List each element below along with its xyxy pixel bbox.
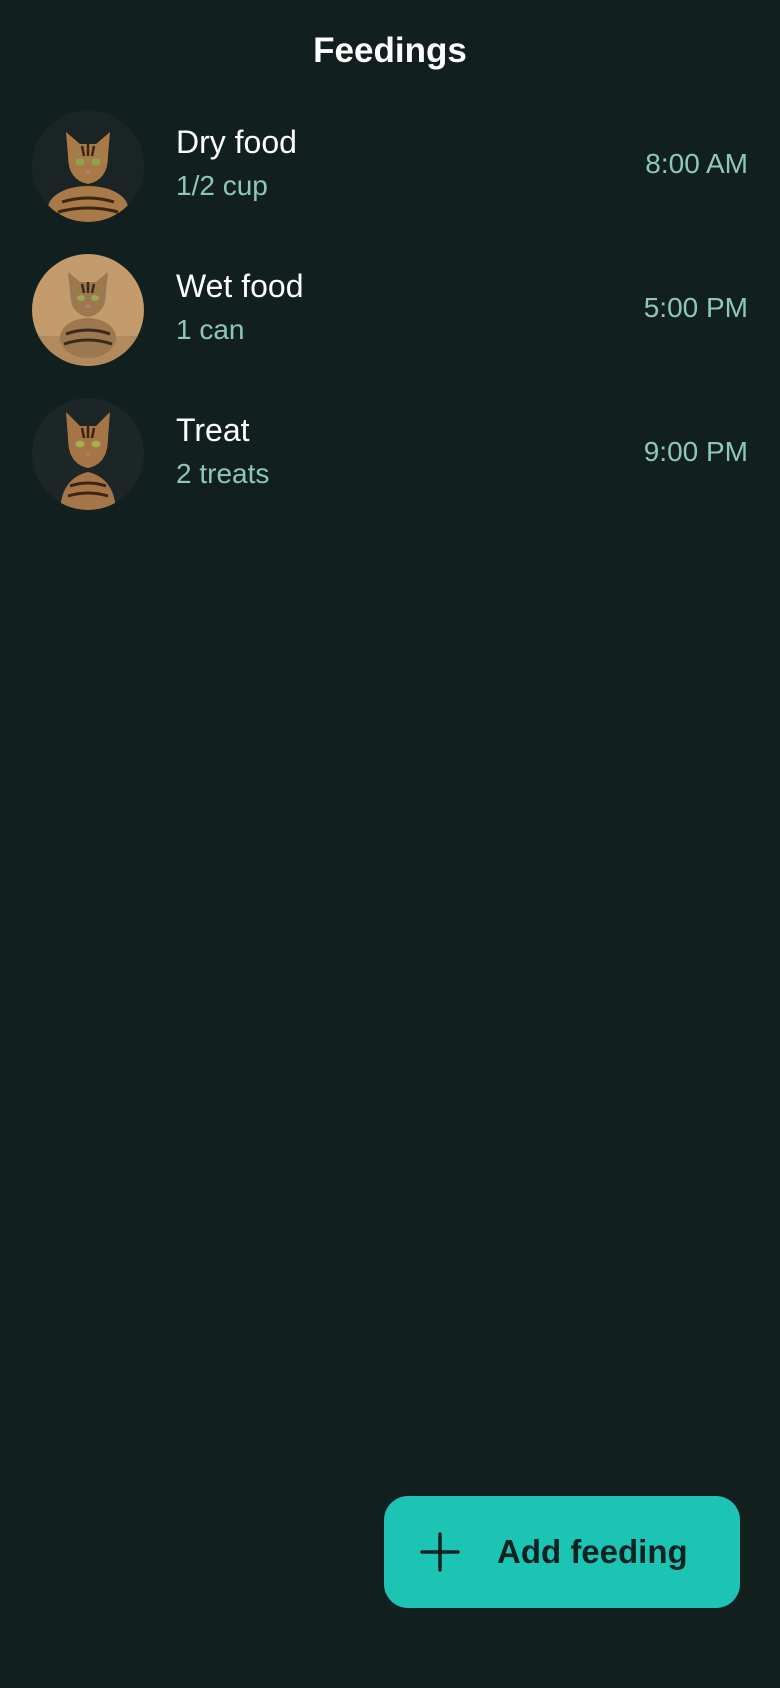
add-feeding-label: Add feeding xyxy=(497,1533,688,1570)
feeding-list: Dry food 1/2 cup 8:00 AM Wet food 1 can … xyxy=(0,108,780,540)
cat-photo-icon xyxy=(32,110,144,222)
feeding-item-treat[interactable]: Treat 2 treats 9:00 PM xyxy=(0,396,780,540)
cat-avatar-image xyxy=(32,398,144,510)
page-title: Feedings xyxy=(313,31,467,70)
cat-photo-icon xyxy=(32,398,144,510)
feeding-time: 9:00 PM xyxy=(643,436,748,467)
feeding-amount: 1/2 cup xyxy=(176,170,268,201)
add-feeding-button[interactable]: Add feeding xyxy=(384,1496,740,1608)
feeding-time: 5:00 PM xyxy=(643,292,748,323)
feeding-time: 8:00 AM xyxy=(645,148,748,179)
feeding-item-wet-food[interactable]: Wet food 1 can 5:00 PM xyxy=(0,252,780,396)
feeding-amount: 2 treats xyxy=(176,458,270,489)
feeding-title: Dry food xyxy=(176,124,297,160)
plus-icon xyxy=(420,1532,460,1572)
cat-avatar-image xyxy=(32,254,144,366)
feedings-screen: Feedings Dry food 1/2 cup 8:00 AM Wet fo… xyxy=(0,0,780,1688)
feeding-title: Wet food xyxy=(176,268,304,304)
feeding-amount: 1 can xyxy=(176,314,245,345)
feeding-title: Treat xyxy=(176,412,250,448)
cat-photo-icon xyxy=(32,254,144,366)
cat-avatar-image xyxy=(32,110,144,222)
feeding-item-dry-food[interactable]: Dry food 1/2 cup 8:00 AM xyxy=(0,108,780,252)
